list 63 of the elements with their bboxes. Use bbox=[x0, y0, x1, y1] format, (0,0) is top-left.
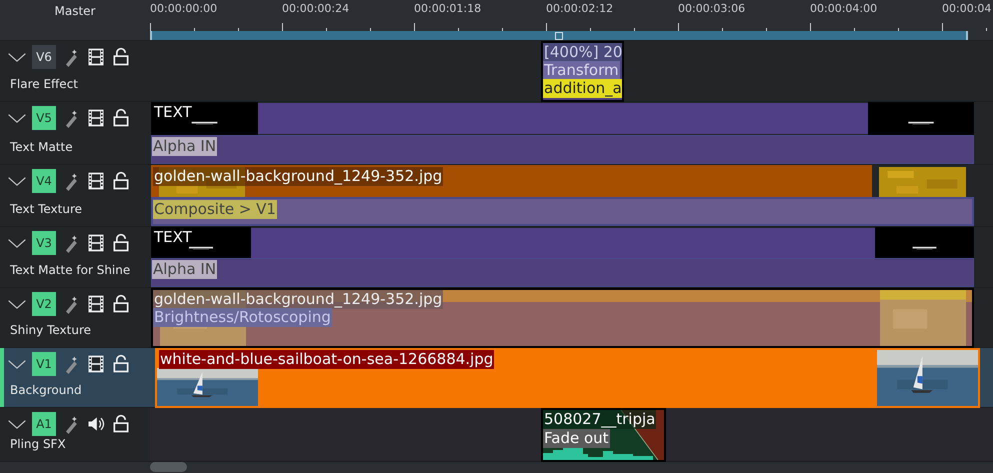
track-badge[interactable]: A1 bbox=[32, 412, 56, 436]
film-icon[interactable] bbox=[86, 108, 106, 128]
composition[interactable]: Composite > V1 bbox=[151, 197, 974, 226]
timecode: 00:00:00:00 bbox=[150, 1, 218, 17]
track-badge[interactable]: V2 bbox=[32, 292, 56, 316]
film-icon[interactable] bbox=[86, 354, 106, 374]
clip-title: TEXT bbox=[153, 228, 193, 247]
lock-icon[interactable] bbox=[111, 233, 131, 253]
composition[interactable]: Alpha IN bbox=[151, 258, 974, 287]
track-name: Pling SFX bbox=[10, 436, 66, 453]
effect-label: Transform bbox=[543, 61, 620, 80]
selection-bar bbox=[0, 348, 4, 407]
track-name: Text Texture bbox=[10, 201, 82, 218]
film-icon[interactable] bbox=[86, 171, 106, 191]
timecode: 00:00:04:00 bbox=[810, 1, 878, 17]
clip[interactable]: TEXT bbox=[151, 227, 974, 260]
master-label: Master bbox=[54, 3, 96, 20]
clip-title: golden-wall-background_1249-352.jpg bbox=[153, 167, 444, 186]
track-name: Background bbox=[10, 382, 82, 399]
track-badge[interactable]: V4 bbox=[32, 169, 56, 193]
film-icon[interactable] bbox=[86, 233, 106, 253]
timecode: 00:00:03:06 bbox=[678, 1, 746, 17]
track-name: Text Matte bbox=[10, 139, 73, 156]
clip[interactable]: TEXT bbox=[151, 102, 974, 135]
scrollbar-handle[interactable] bbox=[150, 462, 187, 472]
composition-label: Alpha IN bbox=[152, 260, 218, 279]
track-header[interactable]: V1 Background bbox=[0, 348, 150, 407]
lock-icon[interactable] bbox=[111, 108, 131, 128]
clip-title: [400%] 20 bbox=[543, 43, 622, 62]
track-badge[interactable]: V5 bbox=[32, 106, 56, 130]
composition[interactable]: Alpha IN bbox=[151, 135, 974, 164]
playhead-handle[interactable] bbox=[555, 32, 563, 40]
lock-icon[interactable] bbox=[111, 171, 131, 191]
effect-label: Fade out bbox=[543, 429, 610, 448]
clip[interactable]: golden-wall-background_1249-352.jpg Brightness/Rotoscoping bbox=[151, 288, 974, 348]
clip[interactable]: white-and-blue-sailboat-on-sea-1266884.jpg bbox=[155, 348, 980, 408]
lock-icon[interactable] bbox=[111, 414, 131, 434]
effect-label: Brightness/Rotoscoping bbox=[153, 308, 332, 327]
clip-title: TEXT bbox=[153, 103, 193, 122]
track-name: Shiny Texture bbox=[10, 322, 92, 339]
marker-label: addition_a bbox=[543, 79, 622, 98]
clip-title: golden-wall-background_1249-352.jpg bbox=[153, 290, 444, 309]
clip-title: white-and-blue-sailboat-on-sea-1266884.jpg bbox=[159, 350, 494, 369]
track-name: Text Matte for Shine bbox=[10, 262, 130, 279]
timecode: 00:00:02:12 bbox=[546, 1, 614, 17]
track-name: Flare Effect bbox=[10, 76, 78, 93]
timecode: 00:00:01:18 bbox=[414, 1, 482, 17]
clip[interactable]: golden-wall-background_1249-352.jpg bbox=[151, 165, 872, 197]
film-icon[interactable] bbox=[86, 294, 106, 314]
lock-icon[interactable] bbox=[111, 354, 131, 374]
lock-icon[interactable] bbox=[111, 47, 131, 67]
lock-icon[interactable] bbox=[111, 294, 131, 314]
clip[interactable]: [400%] 20 Transform addition_a bbox=[541, 41, 624, 102]
track-badge[interactable]: V1 bbox=[32, 352, 56, 376]
timecode: 00:00:04 bbox=[942, 1, 992, 17]
clip[interactable]: 508027__tripja Fade out bbox=[541, 408, 666, 462]
clip-title: 508027__tripja bbox=[543, 410, 656, 429]
film-icon[interactable] bbox=[86, 47, 106, 67]
composition-label: Alpha IN bbox=[152, 137, 218, 156]
track-badge[interactable]: V6 bbox=[32, 45, 56, 69]
track-badge[interactable]: V3 bbox=[32, 231, 56, 255]
composition-label: Composite > V1 bbox=[153, 200, 277, 219]
timecode: 00:00:00:24 bbox=[282, 1, 350, 17]
